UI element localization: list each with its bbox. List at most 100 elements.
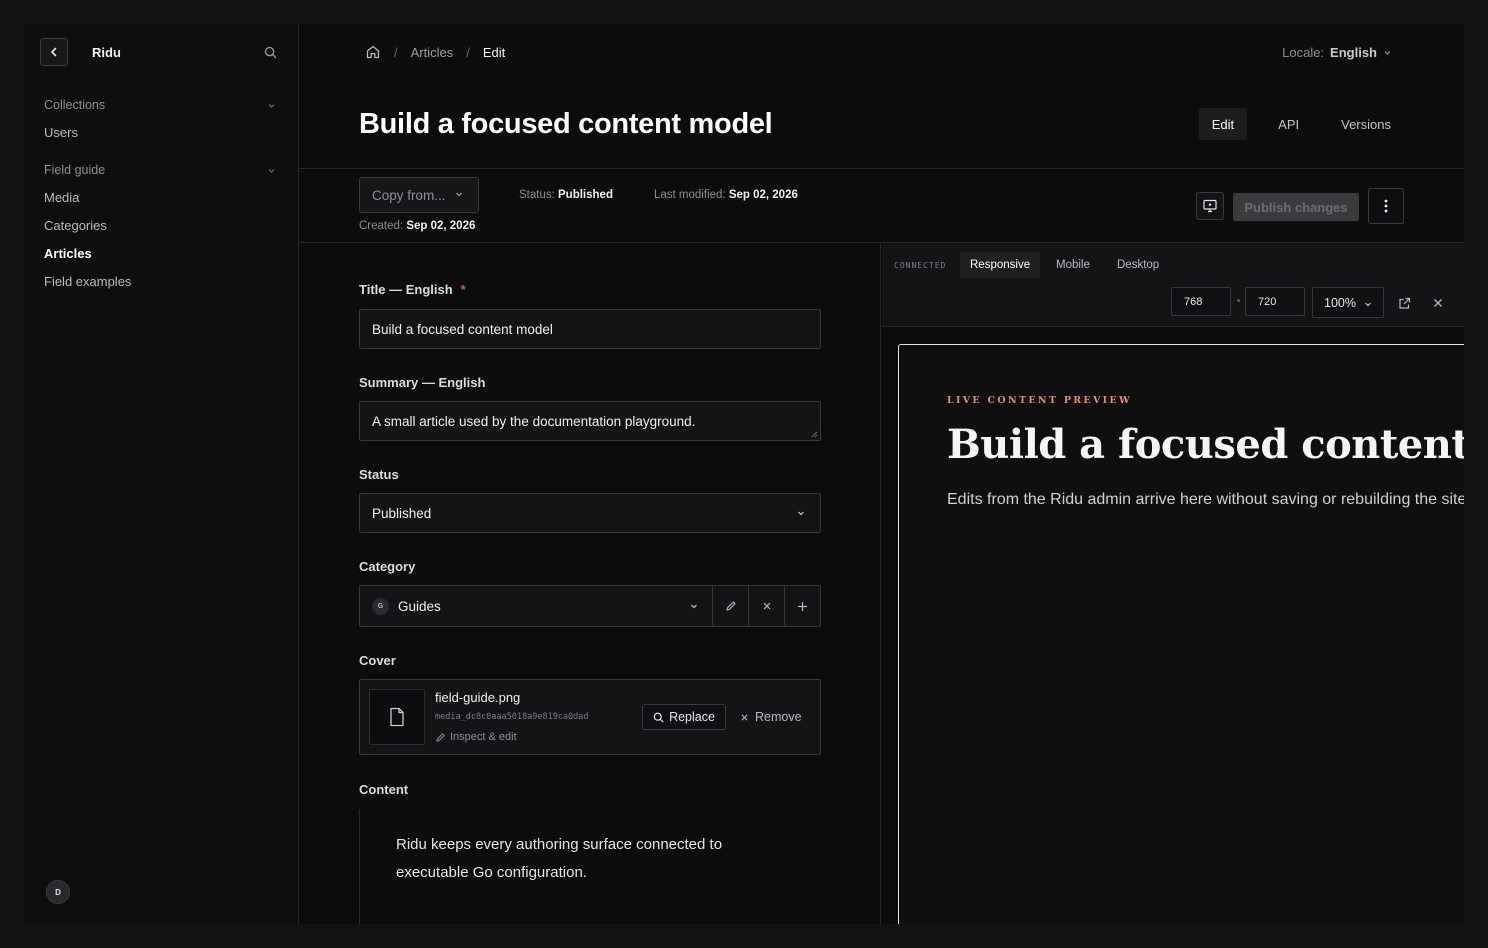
preview-subtitle: Edits from the Ridu admin arrive here wi… (947, 491, 1464, 508)
status-meta: Status: Published (519, 189, 613, 201)
status-select[interactable]: Published (359, 493, 821, 533)
sidebar: Ridu Collections Users Field guide Media… (24, 24, 299, 924)
document-meta-bar: Copy from... Status: Published Last modi… (299, 169, 1464, 243)
replace-button[interactable]: Replace (642, 704, 726, 730)
sidebar-group-collections[interactable]: Collections (24, 92, 298, 118)
chevron-down-icon (1363, 299, 1373, 309)
more-vertical-icon (1384, 199, 1388, 213)
preview-height-input[interactable]: 720 (1245, 287, 1305, 316)
edit-form: Title — English * Build a focused content… (299, 243, 881, 924)
sidebar-item-categories[interactable]: Categories (24, 211, 298, 239)
connection-status: CONNECTED (894, 261, 947, 270)
last-modified-meta: Last modified: Sep 02, 2026 (654, 189, 798, 201)
category-select[interactable]: G Guides (360, 586, 712, 626)
zoom-value: 100% (1324, 295, 1356, 310)
chevron-down-icon (267, 166, 276, 175)
pencil-icon (435, 732, 446, 743)
chevron-down-icon (1383, 48, 1392, 57)
category-field-label: Category (359, 559, 416, 574)
inspect-edit-label: Inspect & edit (450, 731, 517, 743)
title-input[interactable]: Build a focused content model (359, 309, 821, 349)
back-button[interactable] (40, 38, 68, 66)
preview-frame[interactable]: LIVE CONTENT PREVIEW Build a focused con… (898, 344, 1464, 924)
external-link-icon[interactable] (1397, 296, 1411, 310)
category-value: Guides (398, 598, 441, 614)
search-icon[interactable] (262, 44, 278, 60)
content-field-label: Content (359, 782, 409, 797)
tab-api[interactable]: API (1265, 108, 1312, 140)
preview-title: Build a focused content model (947, 421, 1464, 468)
copy-from-select[interactable]: Copy from... (359, 177, 479, 213)
status-select-value: Published (372, 505, 432, 521)
chevron-down-icon (796, 508, 806, 518)
summary-textarea[interactable]: A small article used by the documentatio… (359, 401, 821, 441)
breadcrumb-edit: Edit (482, 44, 506, 60)
file-thumbnail[interactable] (369, 689, 425, 745)
inspect-edit-link[interactable]: Inspect & edit (435, 731, 517, 743)
content-text: Ridu keeps every authoring surface conne… (396, 836, 723, 881)
copy-from-placeholder: Copy from... (372, 187, 446, 203)
sidebar-item-articles[interactable]: Articles (24, 239, 298, 267)
live-preview-panel: CONNECTED Responsive Mobile Desktop 768 … (882, 243, 1464, 924)
zoom-select[interactable]: 100% (1312, 287, 1384, 318)
required-indicator: * (460, 282, 466, 297)
close-icon (740, 713, 749, 722)
tab-edit[interactable]: Edit (1198, 108, 1248, 140)
breadcrumb-separator: / (394, 44, 398, 60)
breadcrumb: / Articles / Edit (365, 44, 1282, 60)
created-value: Sep 02, 2026 (406, 220, 476, 232)
category-badge: G (372, 597, 389, 615)
preview-mode-mobile[interactable]: Mobile (1046, 252, 1100, 278)
page-header: Build a focused content model Edit API V… (299, 80, 1464, 169)
last-modified-value: Sep 02, 2026 (728, 189, 798, 201)
main-content: / Articles / Edit Locale: English Build … (299, 24, 1464, 924)
chevron-down-icon (689, 601, 699, 611)
sidebar-header: Ridu (24, 24, 298, 80)
file-name: field-guide.png (435, 690, 521, 705)
content-editor[interactable]: Ridu keeps every authoring surface conne… (359, 809, 821, 924)
search-icon (653, 712, 664, 723)
cover-upload-field: field-guide.png media_dc8c0aaa5018a9e819… (359, 679, 821, 755)
tab-versions[interactable]: Versions (1328, 108, 1404, 140)
sidebar-group-label: Collections (44, 98, 106, 112)
edit-category-button[interactable] (712, 586, 748, 626)
status-meta-label: Status: (519, 189, 555, 201)
more-options-button[interactable] (1368, 188, 1404, 224)
replace-label: Replace (669, 710, 715, 724)
preview-mode-desktop[interactable]: Desktop (1107, 252, 1169, 278)
clear-category-button[interactable] (748, 586, 784, 626)
last-modified-label: Last modified: (654, 189, 726, 201)
breadcrumb-articles[interactable]: Articles (411, 45, 454, 60)
chevron-down-icon (454, 189, 464, 199)
summary-field-label: Summary — English (359, 375, 486, 390)
locale-label: Locale: (1282, 44, 1325, 60)
sidebar-item-field-examples[interactable]: Field examples (24, 267, 298, 295)
publish-changes-button[interactable]: Publish changes (1233, 193, 1359, 221)
toggle-preview-button[interactable] (1196, 192, 1224, 220)
home-icon[interactable] (365, 44, 381, 60)
sidebar-item-users[interactable]: Users (24, 118, 298, 146)
resize-handle-icon[interactable] (811, 431, 818, 438)
sidebar-group-label: Field guide (44, 163, 106, 177)
close-preview-icon[interactable] (1431, 296, 1445, 310)
plus-icon (797, 601, 808, 612)
sidebar-item-media[interactable]: Media (24, 183, 298, 211)
preview-width-input[interactable]: 768 (1171, 287, 1231, 316)
preview-mode-responsive[interactable]: Responsive (960, 252, 1041, 278)
avatar[interactable]: D (46, 880, 70, 904)
top-bar: / Articles / Edit Locale: English (299, 24, 1464, 80)
created-meta: Created: Sep 02, 2026 (359, 220, 475, 232)
locale-selector[interactable]: Locale: English (1282, 45, 1392, 60)
preview-kicker: LIVE CONTENT PREVIEW (947, 395, 1132, 406)
title-field-label: Title — English * (359, 282, 466, 297)
pencil-icon (725, 600, 737, 612)
page-title: Build a focused content model (359, 107, 773, 140)
dimension-separator (1237, 299, 1240, 302)
chevron-left-icon (48, 46, 60, 58)
add-category-button[interactable] (784, 586, 820, 626)
preview-toolbar: CONNECTED Responsive Mobile Desktop 768 … (882, 243, 1464, 327)
sidebar-group-field-guide[interactable]: Field guide (24, 157, 298, 183)
status-field-label: Status (359, 467, 399, 482)
remove-button[interactable]: Remove (740, 704, 802, 730)
chevron-down-icon (267, 101, 276, 110)
